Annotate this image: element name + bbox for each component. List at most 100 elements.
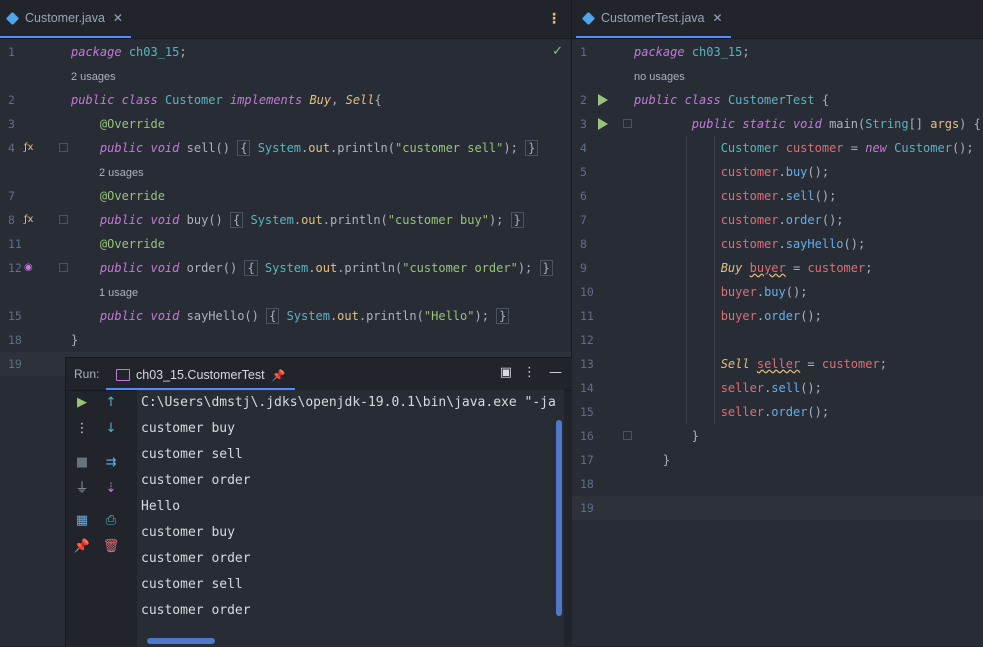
soft-wrap-icon[interactable]: ⇉ xyxy=(97,450,125,476)
minimize-icon[interactable]: — xyxy=(549,365,562,380)
more-actions-icon[interactable]: ⋮ xyxy=(68,416,96,442)
line-number[interactable]: 19 xyxy=(572,496,600,520)
implements-method-icon[interactable]: ◉ xyxy=(24,256,38,280)
usage-hint[interactable]: no usages xyxy=(572,64,983,88)
more-options-icon[interactable]: ⋮ xyxy=(523,365,536,380)
layout-icon[interactable]: ▦ xyxy=(68,508,96,534)
run-tab-label: ch03_15.CustomerTest xyxy=(136,368,265,382)
usage-count[interactable]: no usages xyxy=(634,71,685,83)
line-number[interactable]: 4 xyxy=(572,136,600,160)
fold-marker-icon[interactable] xyxy=(623,119,632,128)
scroll-down-icon[interactable]: ↓ xyxy=(97,416,125,442)
code-text: customer.sell(); xyxy=(720,189,837,203)
tab-customer-java[interactable]: Customer.java ✕ xyxy=(0,0,131,38)
run-gutter-icon[interactable] xyxy=(598,94,608,106)
line-number[interactable]: 6 xyxy=(572,184,600,208)
line-number[interactable]: 17 xyxy=(572,448,600,472)
code-text: Customer customer = new Customer(); xyxy=(720,141,974,155)
plug-icon[interactable]: ⏚ xyxy=(68,476,96,502)
line-number[interactable]: 2 xyxy=(572,88,600,112)
line-number[interactable]: 19 xyxy=(0,352,28,376)
line-number[interactable]: 15 xyxy=(0,304,28,328)
line-number[interactable]: 3 xyxy=(572,112,600,136)
console-output-line: customer order xyxy=(141,551,251,566)
usage-text: no usages xyxy=(634,64,685,89)
indent-guide xyxy=(686,136,687,424)
layout-toggle-icon[interactable]: ▣ xyxy=(500,365,512,380)
close-icon[interactable]: ✕ xyxy=(713,11,723,25)
rerun-icon[interactable]: ▶ xyxy=(68,390,96,416)
usage-count[interactable]: 2 usages xyxy=(71,71,116,83)
code-line: 1 package ch03_15; xyxy=(0,40,571,64)
line-number[interactable]: 16 xyxy=(572,424,600,448)
scroll-up-icon[interactable]: ↑ xyxy=(97,390,125,416)
line-number[interactable]: 13 xyxy=(572,352,600,376)
line-number[interactable]: 18 xyxy=(0,328,28,352)
line-number[interactable]: 12 xyxy=(572,328,600,352)
line-number[interactable]: 1 xyxy=(572,40,600,64)
code-text: public static void main(String[] args) { xyxy=(691,117,981,131)
print-icon[interactable]: ⎙ xyxy=(97,508,125,534)
fold-marker-icon[interactable] xyxy=(59,215,68,224)
line-number[interactable]: 2 xyxy=(0,88,28,112)
fold-marker-icon[interactable] xyxy=(59,263,68,272)
code-line: 19 xyxy=(572,496,983,520)
vertical-scrollbar[interactable] xyxy=(556,420,562,616)
code-text: customer.buy(); xyxy=(720,165,830,179)
code-text: public class Customer implements Buy, Se… xyxy=(71,93,382,107)
line-number[interactable]: 15 xyxy=(572,400,600,424)
code-line: 15 seller.order(); xyxy=(572,400,983,424)
line-number[interactable]: 18 xyxy=(572,472,600,496)
code-text: customer.order(); xyxy=(720,213,844,227)
console-output[interactable]: C:\Users\dmstj\.jdks\openjdk-19.0.1\bin\… xyxy=(137,390,564,647)
line-number[interactable]: 3 xyxy=(0,112,28,136)
line-number[interactable]: 14 xyxy=(572,376,600,400)
line-number[interactable]: 8 xyxy=(572,232,600,256)
code-text: @Override xyxy=(99,117,165,131)
line-number[interactable]: 7 xyxy=(572,208,600,232)
fold-marker-icon[interactable] xyxy=(59,143,68,152)
usage-count[interactable]: 2 usages xyxy=(99,167,144,179)
run-config-tab[interactable]: ch03_15.CustomerTest 📌 xyxy=(106,362,296,390)
code-text: package ch03_15; xyxy=(71,45,187,59)
usage-text: 1 usage xyxy=(99,280,138,305)
run-label: Run: xyxy=(74,367,100,381)
line-number[interactable]: 9 xyxy=(572,256,600,280)
code-line: 15 public void sayHello() { System.out.p… xyxy=(0,304,571,328)
java-class-icon xyxy=(5,11,20,25)
clear-icon[interactable]: 🗑 xyxy=(97,534,125,560)
line-number[interactable]: 10 xyxy=(572,280,600,304)
no-problems-check-icon[interactable]: ✓ xyxy=(552,44,563,59)
usage-hint[interactable]: 2 usages xyxy=(0,160,571,184)
line-number[interactable]: 11 xyxy=(0,232,28,256)
implements-method-icon[interactable]: ƒx xyxy=(24,208,38,232)
usage-hint[interactable]: 2 usages xyxy=(0,64,571,88)
more-tabs-icon[interactable]: ⋮ xyxy=(547,11,561,27)
code-line: 6 customer.sell(); xyxy=(572,184,983,208)
code-line: 8 customer.sayHello(); xyxy=(572,232,983,256)
line-number[interactable]: 11 xyxy=(572,304,600,328)
console-output-line: customer order xyxy=(141,473,251,488)
horizontal-scrollbar[interactable] xyxy=(147,638,215,644)
code-text: } xyxy=(634,453,671,467)
run-gutter-icon[interactable] xyxy=(598,118,608,130)
pin-icon[interactable]: 📌 xyxy=(272,369,286,382)
close-icon[interactable]: ✕ xyxy=(113,11,123,25)
code-text: } xyxy=(634,429,700,443)
fold-marker-icon[interactable] xyxy=(623,431,632,440)
tab-customertest-java[interactable]: CustomerTest.java ✕ xyxy=(576,0,731,38)
usage-count[interactable]: 1 usage xyxy=(99,287,138,299)
stop-icon[interactable]: ■ xyxy=(68,450,96,476)
code-line: 17 } xyxy=(572,448,983,472)
line-number[interactable]: 7 xyxy=(0,184,28,208)
code-line: 12 xyxy=(572,328,983,352)
code-text: public void sell() { System.out.println(… xyxy=(71,136,539,160)
implements-method-icon[interactable]: ƒx xyxy=(24,136,38,160)
line-number[interactable]: 5 xyxy=(572,160,600,184)
console-output-line: customer order xyxy=(141,603,251,618)
pin-tab-icon[interactable]: 📌 xyxy=(68,534,96,560)
scroll-to-end-icon[interactable]: ⇣ xyxy=(97,476,125,502)
usage-hint[interactable]: 1 usage xyxy=(0,280,571,304)
code-text: buyer.order(); xyxy=(720,309,822,323)
line-number[interactable]: 1 xyxy=(0,40,28,64)
